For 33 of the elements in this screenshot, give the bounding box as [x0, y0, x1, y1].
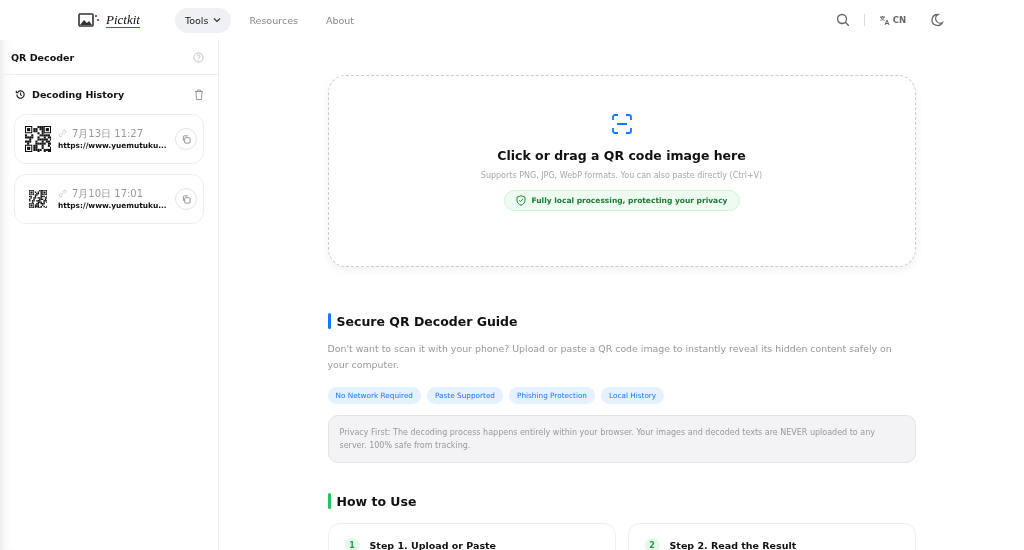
copy-icon [181, 134, 191, 144]
nav-tab[interactable]: About [315, 7, 365, 33]
guide-description: Don't want to scan it with your phone? Upload or paste a QR code image to instantly reveal its hidden content safely on your computer. [327, 342, 893, 372]
step-number: 1 [344, 538, 360, 550]
history-title: Decoding History [32, 89, 126, 100]
moon-icon[interactable] [930, 13, 944, 27]
language-button[interactable]: CN [878, 14, 906, 26]
qr-code-icon [25, 126, 51, 152]
copy-button[interactable] [175, 188, 197, 210]
help-icon[interactable] [193, 51, 204, 63]
logo-icon [78, 12, 100, 28]
link-icon [58, 188, 67, 198]
scan-icon [611, 113, 632, 134]
privacy-note: Privacy First: The decoding process happens entirely within your browser. Your images and decoded texts are NEVER uploaded to any server. 100% safe from tracking. [327, 415, 916, 463]
history-time: 7月10日 17:01 [72, 187, 144, 199]
upload-hint: Supports PNG, JPG, WebP formats. You can also paste directly (Ctrl+V) [480, 170, 763, 180]
history-time: 7月13日 11:27 [72, 127, 144, 139]
nav-tab[interactable]: Resources [239, 7, 308, 33]
section-title: Secure QR Decoder Guide [336, 313, 518, 329]
translate-icon [878, 14, 890, 26]
trash-icon[interactable] [194, 89, 204, 100]
section-title: How to Use [336, 493, 417, 509]
history-icon [15, 89, 26, 100]
sidebar-title: QR Decoder [11, 51, 75, 63]
link-icon [58, 128, 67, 138]
copy-icon [181, 194, 191, 204]
logo-text: Pictkit [106, 12, 140, 28]
nav-tab[interactable]: Tools [175, 7, 232, 33]
step-number: 2 [644, 538, 660, 550]
upload-title: Click or drag a QR code image here [497, 147, 746, 163]
search-icon[interactable] [835, 13, 850, 27]
copy-button[interactable] [175, 128, 197, 150]
qr-code-icon [29, 190, 47, 208]
